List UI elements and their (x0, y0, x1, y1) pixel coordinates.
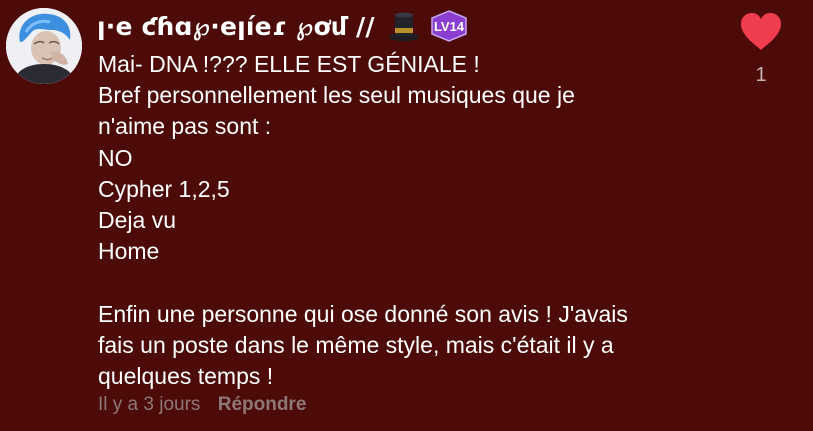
comment-item: ꞁ·e ƈɦɑ℘·eꞁíeɾ ℘ơմ // LV14 Mai- DNA !???… (0, 0, 813, 431)
comment-header: ꞁ·e ƈɦɑ℘·eꞁíeɾ ℘ơմ // LV14 (97, 6, 469, 46)
comment-body-line: Deja vu (98, 207, 176, 234)
comment-body-line: NO (98, 144, 133, 171)
comment-body-line: Mai- DNA !??? ELLE EST GÉNIALE ! (98, 51, 480, 77)
timestamp: Il y a 3 jours (98, 394, 201, 415)
comment-body-line: Enfin une personne qui ose donné son avi… (98, 300, 628, 327)
level-badge-label: LV14 (434, 19, 465, 34)
comment-body-line (98, 267, 758, 298)
reply-button[interactable]: Répondre (218, 394, 307, 415)
avatar-image (6, 8, 82, 84)
top-hat-icon (387, 9, 421, 43)
comment-body-line: Home (98, 238, 160, 265)
level-badge: LV14 (429, 10, 469, 42)
comment-body-line: Cypher 1,2,5 (98, 175, 230, 202)
like-count: 1 (755, 64, 767, 86)
comment-body: Mai- DNA !??? ELLE EST GÉNIALE ! Bref per… (98, 49, 758, 392)
comment-body-line: n'aime pas sont : (98, 113, 272, 140)
comment-meta: Il y a 3 jours Répondre (98, 394, 306, 416)
like-control[interactable]: 1 (733, 8, 789, 88)
heart-icon[interactable] (739, 12, 783, 52)
username[interactable]: ꞁ·e ƈɦɑ℘·eꞁíeɾ ℘ơմ // (97, 12, 375, 41)
comment-body-line: Bref personnellement les seul musiques q… (98, 82, 575, 109)
avatar[interactable] (6, 8, 82, 84)
comment-body-line: fais un poste dans le même style, mais c… (98, 331, 614, 358)
comment-body-line: quelques temps ! (98, 363, 274, 390)
